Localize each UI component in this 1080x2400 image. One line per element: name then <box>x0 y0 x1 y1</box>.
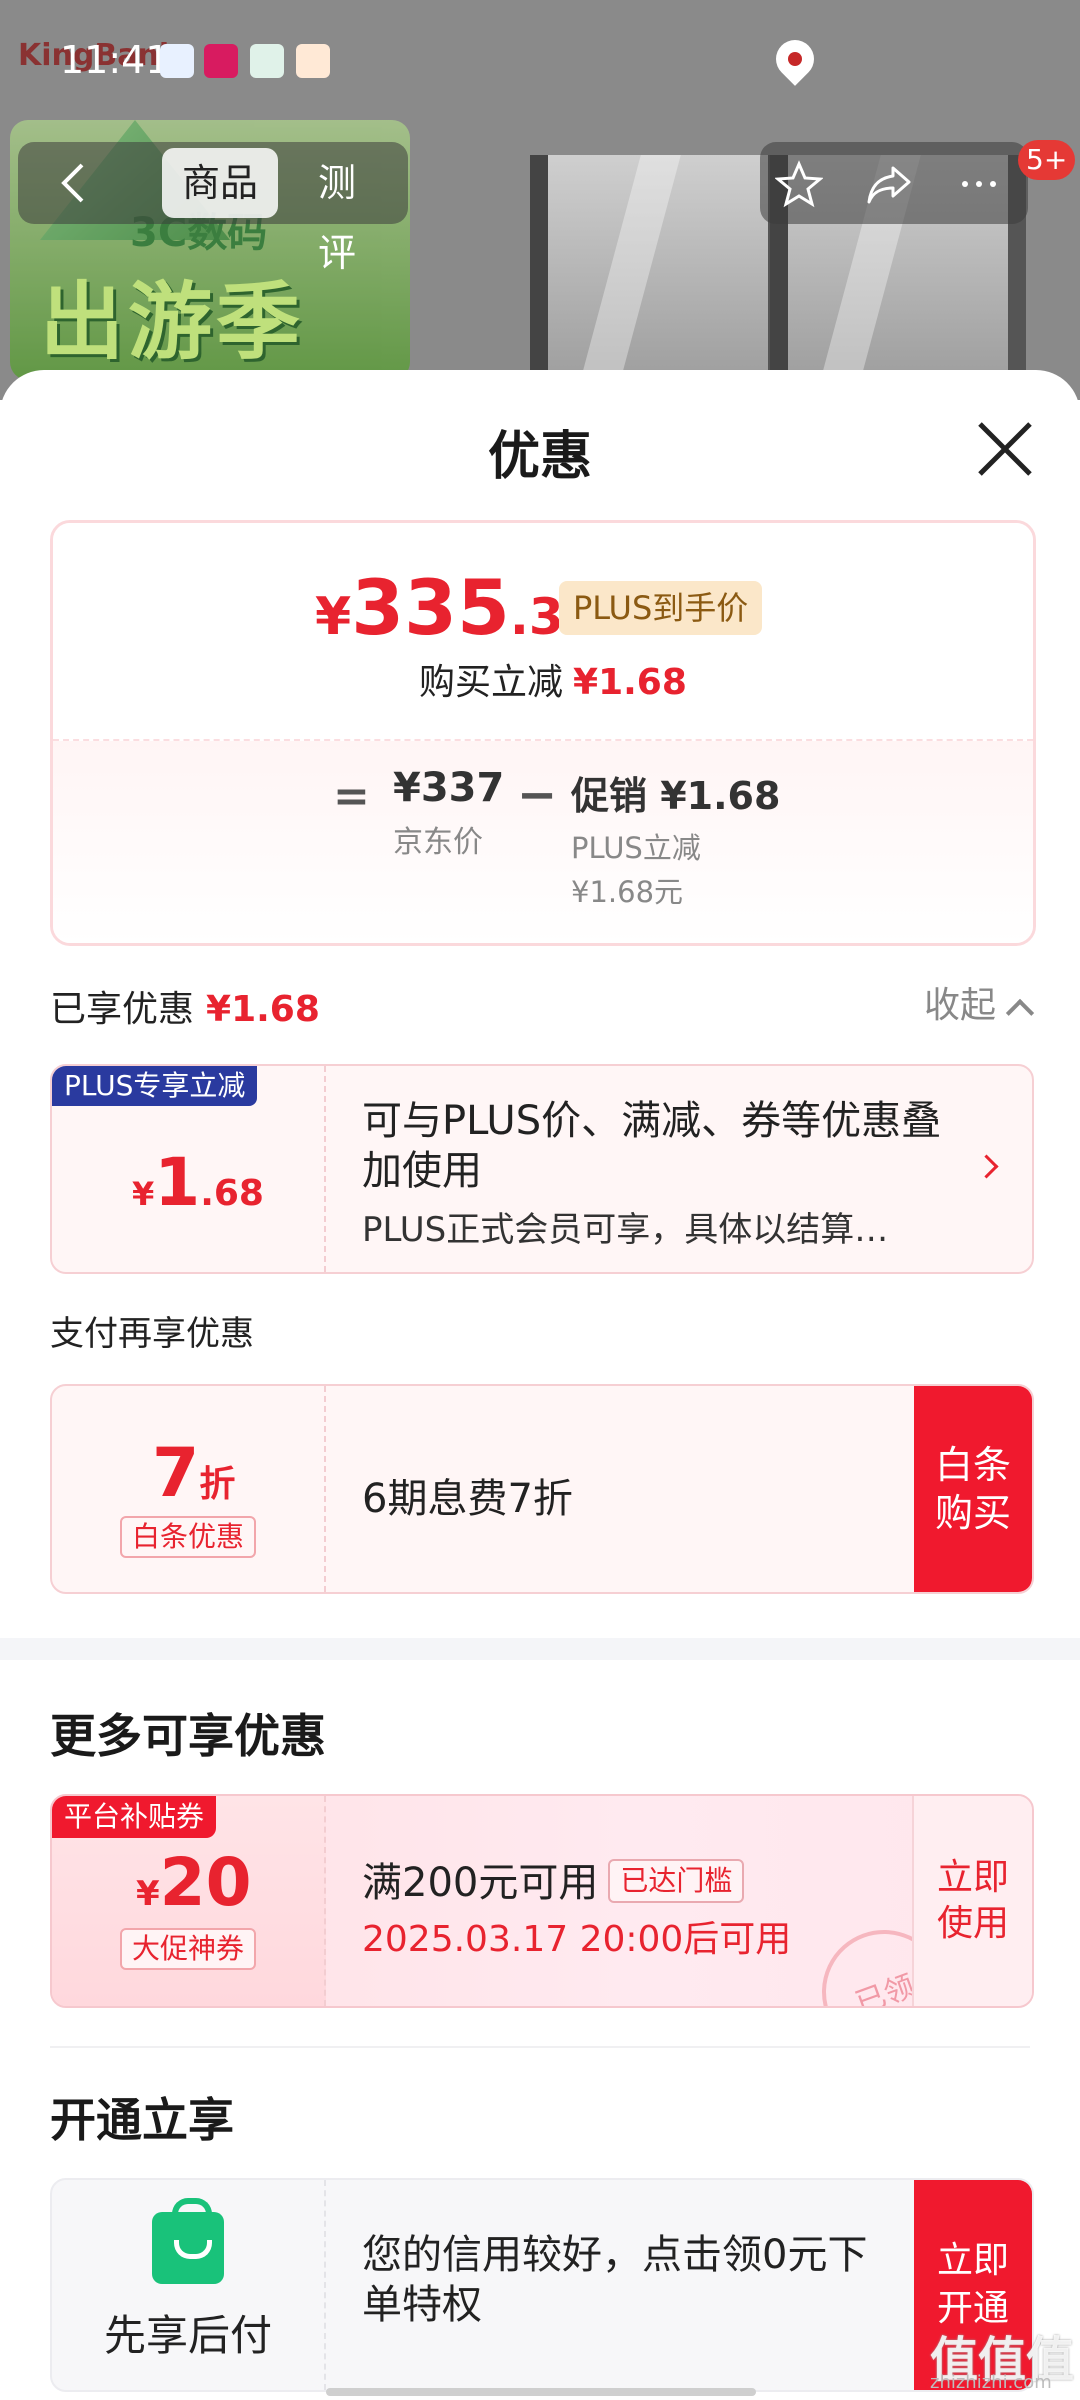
tab-goods[interactable]: 商品 <box>162 148 279 218</box>
tab-review[interactable]: 测评 <box>298 148 408 275</box>
product-image-ram <box>530 155 786 400</box>
instant-cut-line: 购买立减 ¥1.68 <box>419 662 687 703</box>
status-time: 11:41 <box>60 38 170 82</box>
watermark-url: zhizhizhi.com <box>930 2372 1052 2393</box>
chevron-right-icon <box>974 1154 999 1179</box>
price-breakdown-card: ¥335.32 PLUS到手价 购买立减 ¥1.68 = ¥337 京东价 − 促… <box>50 520 1036 946</box>
bank-app-icon <box>250 44 284 78</box>
back-button[interactable] <box>38 146 108 220</box>
share-button[interactable] <box>862 158 916 210</box>
star-icon <box>775 160 823 208</box>
minus-sign: − <box>517 767 558 823</box>
section-divider <box>0 1638 1080 1660</box>
equals-sign: = <box>333 771 370 822</box>
jd-price-column: ¥337 京东价 <box>393 765 505 860</box>
shopping-bag-icon <box>152 2198 224 2284</box>
message-badge: 5+ <box>1018 140 1076 180</box>
enjoyed-discount: 已享优惠 ¥1.68 <box>50 989 320 1030</box>
threshold-reached-badge: 已达门槛 <box>608 1859 745 1903</box>
top-nav-left: 商品 测评 <box>18 142 408 275</box>
close-button[interactable] <box>970 414 1040 484</box>
home-indicator[interactable] <box>326 2388 756 2396</box>
platform-subsidy-tag: 平台补贴券 <box>52 1796 217 1838</box>
pay-later-name: 先享后付 <box>104 2311 273 2360</box>
app-notification-icon <box>204 44 238 78</box>
more-button[interactable] <box>952 158 1006 210</box>
plus-exclusive-tag: PLUS专享立减 <box>52 1066 258 1106</box>
chevron-left-icon <box>61 163 84 203</box>
coupon-value: ¥1.68 <box>132 1144 264 1221</box>
app-notification-icon <box>296 44 330 78</box>
close-icon <box>978 422 1032 476</box>
coupon-value: ¥20 <box>136 1844 252 1921</box>
collapse-toggle[interactable]: 收起 <box>924 976 1035 1028</box>
plus-final-price: ¥335.32 <box>315 563 599 652</box>
discount-value: 7折 <box>152 1434 236 1513</box>
coupon-valid-date: 2025.03.17 20:00后可用 <box>362 1919 792 1960</box>
coupon-description: 可与PLUS价、满减、券等优惠叠加使用 <box>362 1098 942 1194</box>
use-now-button[interactable]: 立即 使用 <box>912 1796 1032 2006</box>
divider <box>50 2046 1030 2048</box>
status-bar: 11:41 <box>0 0 1080 120</box>
pay-section-title: 支付再享优惠 <box>50 1314 254 1354</box>
pay-later-card: 先享后付 您的信用较好，点击领0元下单特权 立即 开通 <box>50 2178 1034 2392</box>
promo-column: 促销 ¥1.68 PLUS立减 ¥1.68元 <box>571 774 781 909</box>
favorite-button[interactable] <box>772 158 826 210</box>
promo-coupon-tag: 大促神券 <box>120 1928 257 1970</box>
telegram-icon <box>160 44 194 78</box>
location-pin-icon <box>768 32 822 86</box>
top-nav-right <box>760 142 1028 224</box>
plus-price-tag: PLUS到手价 <box>559 581 763 635</box>
installment-text: 6期息费7折 <box>362 1476 573 1522</box>
platform-subsidy-coupon: 平台补贴券 ¥20 大促神券 满200元可用 已达门槛 2025.03.17 20… <box>50 1794 1034 2008</box>
open-section-title: 开通立享 <box>50 2093 234 2147</box>
chevron-up-icon <box>1005 998 1035 1028</box>
coupon-condition: 满200元可用 已达门槛 <box>362 1850 745 1908</box>
sheet-title: 优惠 <box>487 427 592 487</box>
baitiao-buy-button[interactable]: 白条 购买 <box>914 1386 1032 1592</box>
more-dots-icon <box>962 181 996 187</box>
plus-discount-coupon[interactable]: PLUS专享立减 ¥1.68 可与PLUS价、满减、券等优惠叠加使用 PLUS正… <box>50 1064 1034 1274</box>
baitiao-coupon: 7折 白条优惠 6期息费7折 白条 购买 <box>50 1384 1034 1594</box>
banner-title: 出游季 <box>40 273 305 371</box>
baitiao-tag: 白条优惠 <box>120 1516 257 1558</box>
discount-sheet: 优惠 ¥335.32 PLUS到手价 购买立减 ¥1.68 = ¥337 京东价 … <box>0 370 1080 2400</box>
more-section-title: 更多可享优惠 <box>50 1709 326 1763</box>
coupon-note: PLUS正式会员可享，具体以结算… <box>362 1210 889 1250</box>
share-icon <box>867 166 911 204</box>
pay-later-text: 您的信用较好，点击领0元下单特权 <box>362 2232 868 2328</box>
